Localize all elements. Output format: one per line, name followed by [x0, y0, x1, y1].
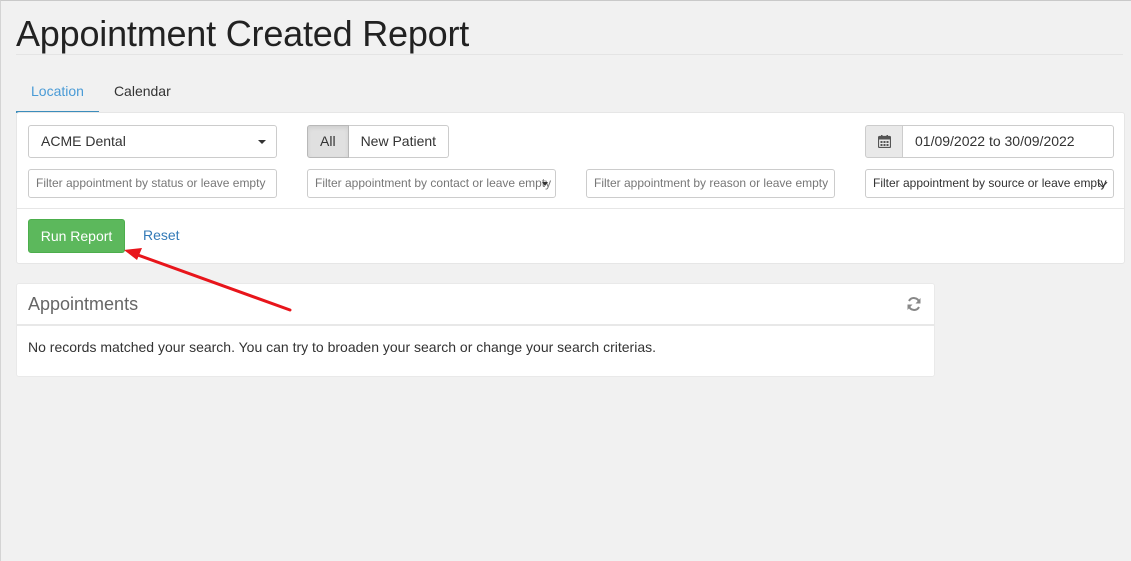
calendar-icon[interactable]: [865, 125, 903, 158]
appointments-title: Appointments: [28, 294, 139, 314]
report-tabs: Location Calendar: [16, 71, 186, 113]
date-range-input[interactable]: 01/09/2022 to 30/09/2022: [903, 125, 1114, 158]
location-select-value: ACME Dental: [41, 133, 126, 149]
reset-link[interactable]: Reset: [143, 227, 180, 243]
contact-filter-select[interactable]: Filter appointment by contact or leave e…: [307, 169, 556, 198]
contact-filter-placeholder: Filter appointment by contact or leave e…: [315, 176, 552, 190]
source-filter-select[interactable]: Filter appointment by source or leave em…: [865, 169, 1114, 198]
new-patient-button[interactable]: New Patient: [348, 125, 450, 158]
filter-panel: ACME Dental All New Patient 01/09/2022 t…: [16, 112, 1125, 264]
appointments-header: Appointments: [17, 284, 934, 326]
run-report-button[interactable]: Run Report: [28, 219, 125, 253]
page-title: Appointment Created Report: [16, 13, 470, 54]
status-filter-input[interactable]: Filter appointment by status or leave em…: [28, 169, 277, 198]
refresh-icon[interactable]: [906, 296, 922, 312]
caret-down-icon: [542, 182, 548, 186]
patient-type-toggle: All New Patient: [307, 125, 450, 158]
filter-divider: [17, 208, 1124, 209]
caret-down-icon: [258, 140, 266, 144]
tab-location[interactable]: Location: [16, 71, 99, 113]
source-filter-value: Filter appointment by source or leave em…: [873, 176, 1107, 190]
tab-calendar[interactable]: Calendar: [99, 71, 186, 113]
date-range-picker[interactable]: 01/09/2022 to 30/09/2022: [865, 125, 1114, 158]
empty-results-message: No records matched your search. You can …: [28, 339, 656, 355]
report-page: Appointment Created Report Location Cale…: [0, 0, 1131, 561]
title-divider: [16, 54, 1123, 55]
all-patients-button[interactable]: All: [307, 125, 349, 158]
reason-filter-input[interactable]: Filter appointment by reason or leave em…: [586, 169, 835, 198]
appointments-panel: Appointments No records matched your sea…: [16, 283, 935, 377]
location-select[interactable]: ACME Dental: [28, 125, 277, 158]
